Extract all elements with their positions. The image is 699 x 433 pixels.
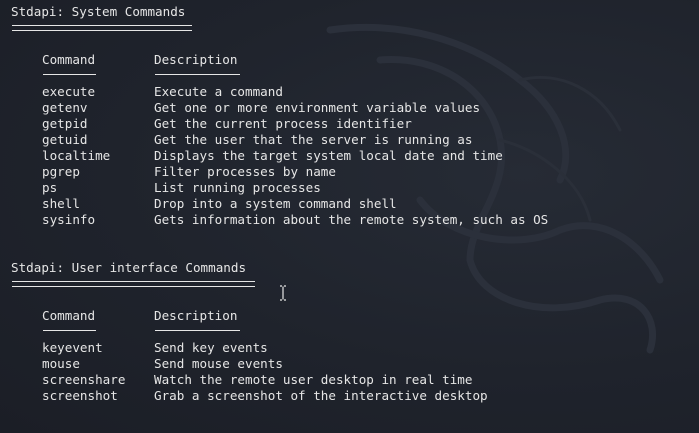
column-rule-description [155, 74, 240, 75]
command-description: Send key events [154, 340, 268, 355]
command-description: Get the current process identifier [154, 116, 412, 131]
command-name: mouse [42, 356, 80, 371]
command-description: Execute a command [154, 84, 283, 99]
column-rule-description [155, 330, 240, 331]
command-description: Displays the target system local date an… [154, 148, 503, 163]
command-name: execute [42, 84, 96, 99]
column-header-command: Command [42, 308, 96, 323]
text-cursor-icon [280, 285, 286, 301]
command-description: List running processes [154, 180, 321, 195]
section-title-user-interface: Stdapi: User interface Commands [11, 260, 247, 275]
section-title-system: Stdapi: System Commands [11, 4, 186, 19]
command-name: ps [42, 180, 58, 195]
column-rule-command [43, 74, 96, 75]
command-description: Get the user that the server is running … [154, 132, 473, 147]
command-name: getpid [42, 116, 88, 131]
command-description: Filter processes by name [154, 164, 336, 179]
command-name: keyevent [42, 340, 103, 355]
column-header-description: Description [154, 52, 238, 67]
command-name: getuid [42, 132, 88, 147]
command-name: screenshare [42, 372, 126, 387]
command-name: localtime [42, 148, 111, 163]
command-description: Gets information about the remote system… [154, 212, 549, 227]
command-name: sysinfo [42, 212, 96, 227]
column-header-description: Description [154, 308, 238, 323]
command-name: pgrep [42, 164, 80, 179]
section-underline [12, 25, 192, 31]
column-header-command: Command [42, 52, 96, 67]
command-name: getenv [42, 100, 88, 115]
command-description: Watch the remote user desktop in real ti… [154, 372, 473, 387]
command-description: Get one or more environment variable val… [154, 100, 481, 115]
section-underline [12, 281, 255, 287]
terminal-output[interactable]: Stdapi: System Commands Command Descript… [0, 0, 699, 433]
command-description: Drop into a system command shell [154, 196, 397, 211]
command-name: shell [42, 196, 80, 211]
command-name: screenshot [42, 388, 118, 403]
command-description: Grab a screenshot of the interactive des… [154, 388, 488, 403]
command-description: Send mouse events [154, 356, 283, 371]
column-rule-command [43, 330, 96, 331]
